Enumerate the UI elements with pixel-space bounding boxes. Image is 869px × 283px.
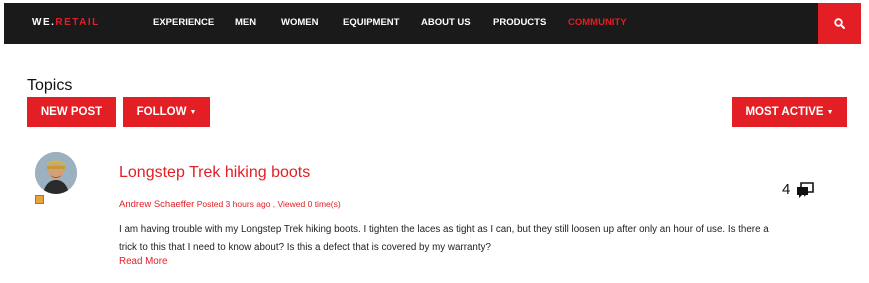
avatar-image xyxy=(35,152,77,194)
nav-item-women[interactable]: WOMEN xyxy=(281,17,318,28)
new-post-label: NEW POST xyxy=(40,106,103,118)
nav-item-products[interactable]: PRODUCTS xyxy=(493,17,546,28)
brand-prefix: WE. xyxy=(32,17,56,28)
page-title: Topics xyxy=(27,77,73,94)
new-post-button[interactable]: NEW POST xyxy=(27,97,116,127)
brand-logo[interactable]: WE.RETAIL xyxy=(32,17,100,28)
follow-label: FOLLOW xyxy=(136,106,187,118)
reply-count: 4 xyxy=(782,181,791,198)
nav-item-experience[interactable]: EXPERIENCE xyxy=(153,17,214,28)
nav-item-community[interactable]: COMMUNITY xyxy=(568,17,627,28)
nav-item-about-us[interactable]: ABOUT US xyxy=(421,17,471,28)
sort-label: MOST ACTIVE xyxy=(745,106,824,118)
caret-down-icon: ▼ xyxy=(189,108,197,116)
nav-item-equipment[interactable]: EQUIPMENT xyxy=(343,17,399,28)
post-meta: Andrew Schaeffer Posted 3 hours ago , Vi… xyxy=(119,199,341,210)
search-button[interactable] xyxy=(818,3,861,44)
post-meta-text: Posted 3 hours ago , Viewed 0 time(s) xyxy=(196,199,341,209)
author-link[interactable]: Andrew Schaeffer xyxy=(119,199,194,210)
top-navbar: WE.RETAIL EXPERIENCE MEN WOMEN EQUIPMENT… xyxy=(4,3,861,44)
read-more-link[interactable]: Read More xyxy=(119,256,167,267)
brand-suffix: RETAIL xyxy=(55,17,100,28)
post-title-link[interactable]: Longstep Trek hiking boots xyxy=(119,164,310,182)
sort-dropdown-button[interactable]: MOST ACTIVE ▼ xyxy=(732,97,847,127)
avatar[interactable] xyxy=(35,152,77,194)
post-body: I am having trouble with my Longstep Tre… xyxy=(119,224,769,253)
follow-button[interactable]: FOLLOW ▼ xyxy=(123,97,210,127)
replies-icon xyxy=(797,182,814,198)
caret-down-icon: ▼ xyxy=(826,108,834,116)
nav-item-men[interactable]: MEN xyxy=(235,17,256,28)
badge-icon xyxy=(35,195,44,204)
search-icon xyxy=(834,18,845,29)
